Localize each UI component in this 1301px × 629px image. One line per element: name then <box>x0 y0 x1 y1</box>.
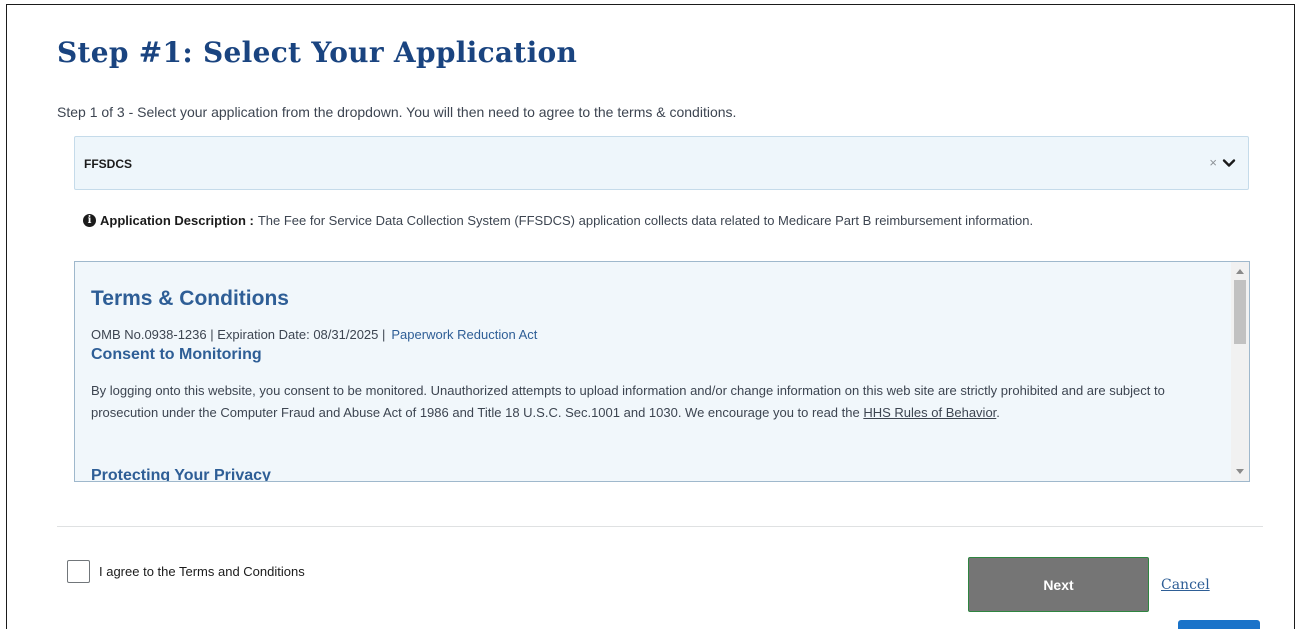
clear-icon[interactable]: × <box>1209 155 1217 171</box>
application-select-value: FFSDCS <box>84 157 132 171</box>
agree-label[interactable]: I agree to the Terms and Conditions <box>99 564 305 579</box>
consent-text: By logging onto this website, you consen… <box>91 380 1209 424</box>
application-description-label: Application Description : <box>100 213 254 228</box>
divider <box>57 526 1263 527</box>
paperwork-reduction-act-link[interactable]: Paperwork Reduction Act <box>391 327 537 342</box>
partial-button[interactable] <box>1178 620 1260 629</box>
consent-end: . <box>996 405 1000 420</box>
omb-line: OMB No.0938-1236 | Expiration Date: 08/3… <box>91 327 537 342</box>
terms-title: Terms & Conditions <box>91 287 289 310</box>
omb-text: OMB No.0938-1236 | Expiration Date: 08/3… <box>91 327 386 342</box>
info-icon: i <box>83 214 96 227</box>
terms-scrollbar[interactable] <box>1231 262 1249 481</box>
next-button[interactable]: Next <box>968 557 1149 612</box>
hhs-rules-link[interactable]: HHS Rules of Behavior <box>863 405 996 420</box>
page-title: Step #1: Select Your Application <box>57 36 578 69</box>
application-description: i Application Description : The Fee for … <box>83 213 1033 228</box>
privacy-title: Protecting Your Privacy <box>91 467 271 482</box>
cancel-link[interactable]: Cancel <box>1161 577 1210 593</box>
scroll-down-icon[interactable] <box>1236 469 1244 474</box>
agree-checkbox[interactable] <box>67 560 90 583</box>
step-instructions: Step 1 of 3 - Select your application fr… <box>57 104 737 120</box>
application-select[interactable]: FFSDCS × <box>74 136 1249 190</box>
consent-body: By logging onto this website, you consen… <box>91 383 1165 420</box>
chevron-down-icon[interactable] <box>1222 156 1236 170</box>
terms-panel[interactable]: Terms & Conditions OMB No.0938-1236 | Ex… <box>74 261 1250 482</box>
scroll-up-icon[interactable] <box>1236 269 1244 274</box>
consent-title: Consent to Monitoring <box>91 346 262 363</box>
scroll-thumb[interactable] <box>1234 280 1246 344</box>
application-description-text: The Fee for Service Data Collection Syst… <box>257 213 1034 228</box>
